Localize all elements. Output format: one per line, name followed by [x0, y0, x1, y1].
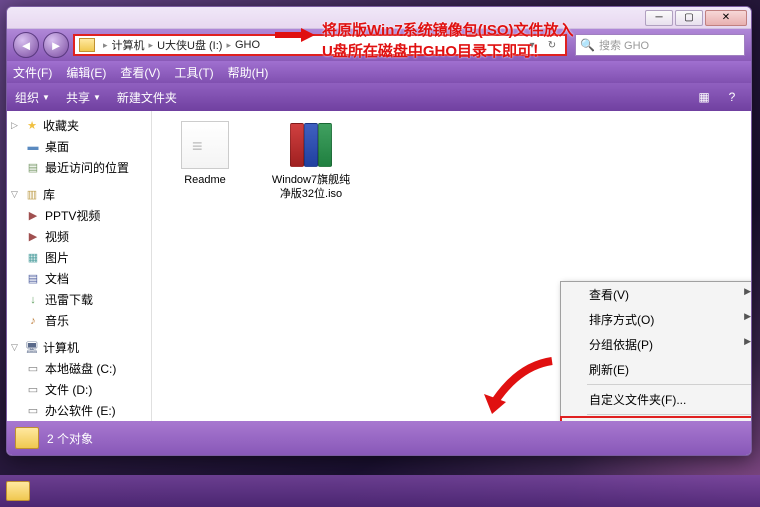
close-button[interactable]: ✕: [705, 10, 747, 26]
share-button[interactable]: 共享 ▼: [66, 89, 101, 106]
file-label: Window7旗舰纯净版32位.iso: [268, 173, 354, 202]
tree-item-pictures[interactable]: ▦图片: [7, 247, 151, 268]
breadcrumb-folder[interactable]: GHO: [235, 39, 260, 51]
tree-item-thunder[interactable]: ↓迅雷下载: [7, 289, 151, 310]
breadcrumb-drive[interactable]: U大侠U盘 (I:): [157, 37, 222, 53]
file-label: Readme: [162, 173, 248, 187]
tree-item-documents[interactable]: ▤文档: [7, 268, 151, 289]
taskbar-explorer-icon[interactable]: [6, 481, 30, 501]
menu-edit[interactable]: 编辑(E): [66, 64, 106, 81]
menu-tools[interactable]: 工具(T): [174, 64, 213, 81]
archive-icon: [287, 121, 335, 169]
view-mode-icon[interactable]: ▦: [693, 87, 715, 107]
tree-item-desktop[interactable]: ▬桌面: [7, 136, 151, 157]
nav-bar: ◄ ► ▸ 计算机 ▸ U大侠U盘 (I:) ▸ GHO ▾ ↻ 🔍 搜索 GH…: [7, 29, 751, 61]
chevron-right-icon: ▸: [149, 40, 154, 51]
menu-file[interactable]: 文件(F): [13, 64, 52, 81]
tree-item-drive-d[interactable]: ▭文件 (D:): [7, 379, 151, 400]
search-icon: 🔍: [580, 38, 595, 52]
forward-button[interactable]: ►: [43, 32, 69, 58]
tree-item-drive-e[interactable]: ▭办公软件 (E:): [7, 400, 151, 421]
tree-libraries[interactable]: ▽▥库: [7, 184, 151, 205]
curved-arrow-icon: [472, 356, 562, 421]
tree-item-recent[interactable]: ▤最近访问的位置: [7, 157, 151, 178]
file-iso[interactable]: Window7旗舰纯净版32位.iso: [268, 121, 354, 202]
folder-icon: [15, 427, 39, 449]
tree-computer[interactable]: ▽🖥计算机: [7, 337, 151, 358]
menu-help[interactable]: 帮助(H): [228, 64, 269, 81]
cm-refresh[interactable]: 刷新(E): [561, 357, 751, 382]
folder-icon: [79, 38, 95, 52]
titlebar: ─ ▢ ✕: [7, 7, 751, 29]
new-folder-button[interactable]: 新建文件夹: [117, 89, 177, 106]
search-placeholder: 搜索 GHO: [599, 37, 740, 53]
help-icon[interactable]: ?: [721, 87, 743, 107]
refresh-button[interactable]: ↻: [543, 40, 561, 51]
minimize-button[interactable]: ─: [645, 10, 673, 26]
toolbar: 组织 ▼ 共享 ▼ 新建文件夹 ▦ ?: [7, 83, 751, 111]
chevron-right-icon: ▸: [226, 40, 231, 51]
cm-customize[interactable]: 自定义文件夹(F)...: [561, 387, 751, 412]
cm-view[interactable]: 查看(V)▶: [561, 282, 751, 307]
cm-group[interactable]: 分组依据(P)▶: [561, 332, 751, 357]
cm-paste[interactable]: 粘贴(P): [560, 416, 751, 421]
breadcrumb-computer[interactable]: 计算机: [112, 37, 145, 53]
back-button[interactable]: ◄: [13, 32, 39, 58]
tree-favorites[interactable]: ▷★收藏夹: [7, 115, 151, 136]
taskbar[interactable]: [0, 475, 760, 507]
address-dropdown[interactable]: ▾: [523, 40, 541, 51]
file-pane[interactable]: Readme Window7旗舰纯净版32位.iso 查看(V)▶ 排序方式(O…: [152, 111, 751, 421]
menu-view[interactable]: 查看(V): [120, 64, 160, 81]
tree-item-videos[interactable]: ▶视频: [7, 226, 151, 247]
context-menu: 查看(V)▶ 排序方式(O)▶ 分组依据(P)▶ 刷新(E) 自定义文件夹(F)…: [560, 281, 751, 421]
organize-button[interactable]: 组织 ▼: [15, 89, 50, 106]
menu-bar: 文件(F) 编辑(E) 查看(V) 工具(T) 帮助(H): [7, 61, 751, 83]
nav-tree: ▷★收藏夹 ▬桌面 ▤最近访问的位置 ▽▥库 ▶PPTV视频 ▶视频 ▦图片 ▤…: [7, 111, 152, 421]
text-file-icon: [181, 121, 229, 169]
tree-item-music[interactable]: ♪音乐: [7, 310, 151, 331]
status-text: 2 个对象: [47, 430, 93, 447]
file-readme[interactable]: Readme: [162, 121, 248, 187]
tree-item-pptv[interactable]: ▶PPTV视频: [7, 205, 151, 226]
maximize-button[interactable]: ▢: [675, 10, 703, 26]
tree-item-drive-c[interactable]: ▭本地磁盘 (C:): [7, 358, 151, 379]
chevron-right-icon: ▸: [103, 40, 108, 51]
cm-sort[interactable]: 排序方式(O)▶: [561, 307, 751, 332]
status-bar: 2 个对象: [7, 421, 751, 455]
address-bar[interactable]: ▸ 计算机 ▸ U大侠U盘 (I:) ▸ GHO ▾ ↻: [73, 34, 567, 56]
explorer-window: ─ ▢ ✕ ◄ ► ▸ 计算机 ▸ U大侠U盘 (I:) ▸ GHO ▾ ↻ 🔍…: [6, 6, 752, 456]
search-input[interactable]: 🔍 搜索 GHO: [575, 34, 745, 56]
